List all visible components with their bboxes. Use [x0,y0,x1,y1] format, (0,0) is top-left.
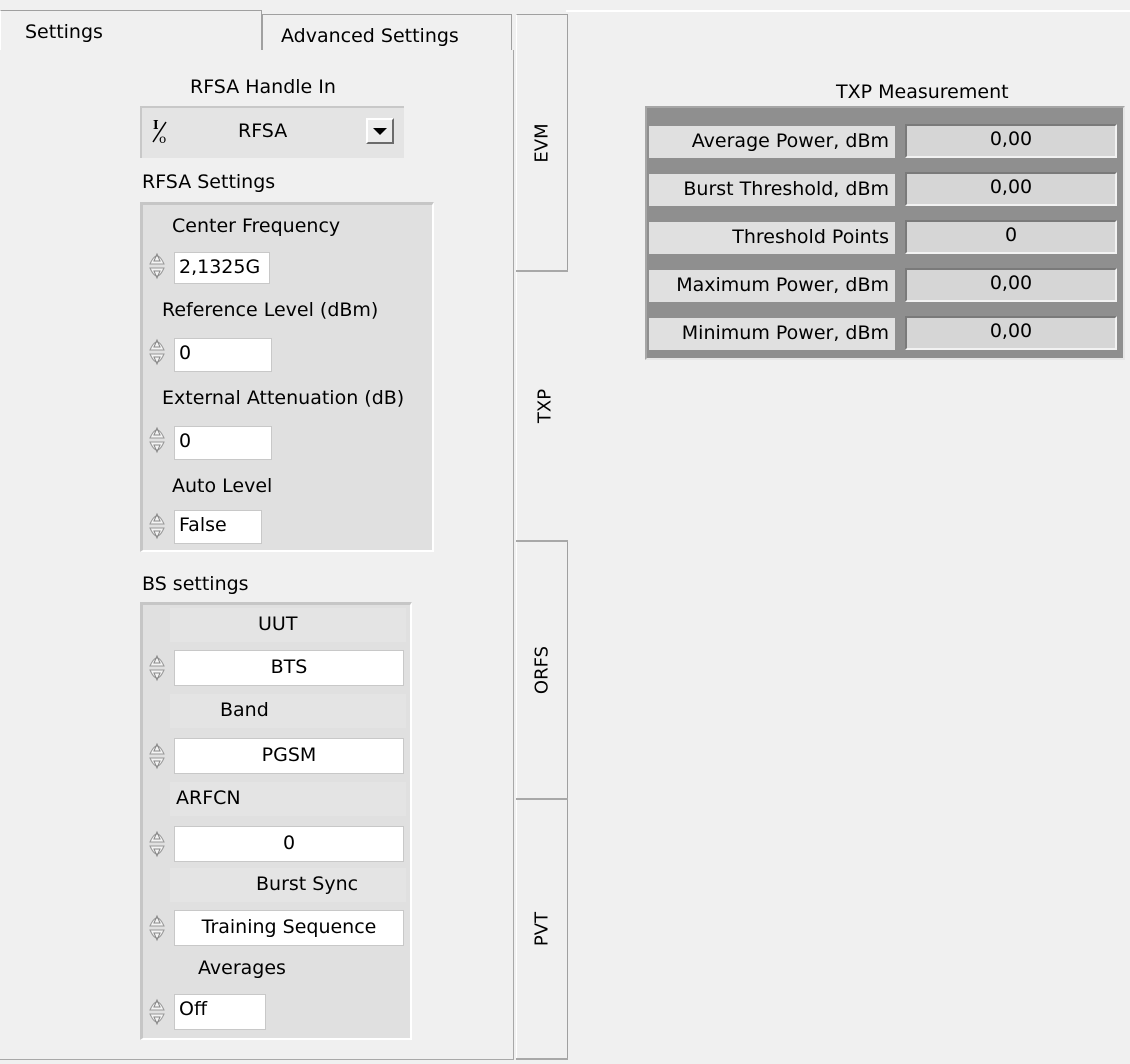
tab-txp-label: TXP [534,388,555,424]
burst-sync-field[interactable]: Training Sequence [174,910,404,946]
measurement-value: 0,00 [905,172,1117,206]
auto-level-field[interactable]: False [174,510,262,544]
txp-measurement-title: TXP Measurement [836,81,1009,103]
bs-settings-title: BS settings [142,573,249,595]
arfcn-spinner[interactable] [148,826,166,862]
averages-spinner[interactable] [148,994,166,1030]
measurement-label: Minimum Power, dBm [649,318,895,350]
tab-evm[interactable]: EVM [516,14,568,270]
measurement-row: Burst Threshold, dBm 0,00 [649,168,1119,208]
arfcn-field[interactable]: 0 [174,826,404,862]
reference-level-spinner[interactable] [148,334,166,370]
top-edge-line [566,10,1130,12]
measurement-label: Maximum Power, dBm [649,270,895,302]
uut-spinner[interactable] [148,650,166,686]
tab-pvt-label: PVT [531,911,553,947]
reference-level-label: Reference Level (dBm) [162,299,379,321]
measurement-value: 0,00 [905,268,1117,302]
arfcn-label: ARFCN [176,787,241,809]
band-spinner[interactable] [148,738,166,774]
measurement-label: Burst Threshold, dBm [649,174,895,206]
auto-level-label: Auto Level [172,475,273,497]
rfsa-handle-value: RFSA [238,120,288,142]
uut-label: UUT [258,613,298,635]
io-icon: I o [150,116,172,146]
center-frequency-spinner[interactable] [148,248,166,284]
rfsa-settings-title: RFSA Settings [142,171,276,193]
tab-separator [516,1058,568,1060]
measurement-value: 0,00 [905,124,1117,158]
averages-label: Averages [198,957,286,979]
burst-sync-label: Burst Sync [256,873,359,895]
measurement-label: Average Power, dBm [649,126,895,158]
burst-sync-spinner[interactable] [148,910,166,946]
measurement-row: Average Power, dBm 0,00 [649,120,1119,160]
measurement-value: 0 [905,220,1117,254]
measurement-row: Maximum Power, dBm 0,00 [649,264,1119,304]
tab-txp[interactable]: TXP [516,272,572,540]
band-label: Band [220,699,269,721]
dropdown-button[interactable] [366,118,394,144]
measurement-label: Threshold Points [649,222,895,254]
measurement-row: Minimum Power, dBm 0,00 [649,312,1119,352]
reference-level-field[interactable]: 0 [174,338,272,372]
chevron-down-icon [373,128,387,135]
tab-evm-label: EVM [531,122,553,163]
external-attenuation-spinner[interactable] [148,422,166,458]
tab-settings[interactable]: Settings [0,10,262,52]
measurement-row: Threshold Points 0 [649,216,1119,256]
auto-level-spinner[interactable] [148,508,166,544]
center-frequency-label: Center Frequency [172,215,341,237]
center-frequency-field[interactable]: 2,1325G [174,252,270,284]
svg-text:o: o [159,132,166,146]
uut-field[interactable]: BTS [174,650,404,686]
tab-advanced-settings-label: Advanced Settings [281,25,459,47]
tab-settings-label: Settings [25,21,103,43]
band-label-bg [170,694,406,728]
external-attenuation-label: External Attenuation (dB) [162,387,405,409]
measurement-value: 0,00 [905,316,1117,350]
rfsa-handle-label: RFSA Handle In [190,76,336,98]
tab-pvt[interactable]: PVT [516,800,568,1058]
tab-orfs-label: ORFS [531,645,553,695]
svg-text:I: I [153,118,159,132]
rfsa-handle-control[interactable]: I o RFSA [140,106,404,158]
averages-field[interactable]: Off [174,994,266,1030]
external-attenuation-field[interactable]: 0 [174,426,272,460]
band-field[interactable]: PGSM [174,738,404,774]
tab-orfs[interactable]: ORFS [516,542,568,798]
